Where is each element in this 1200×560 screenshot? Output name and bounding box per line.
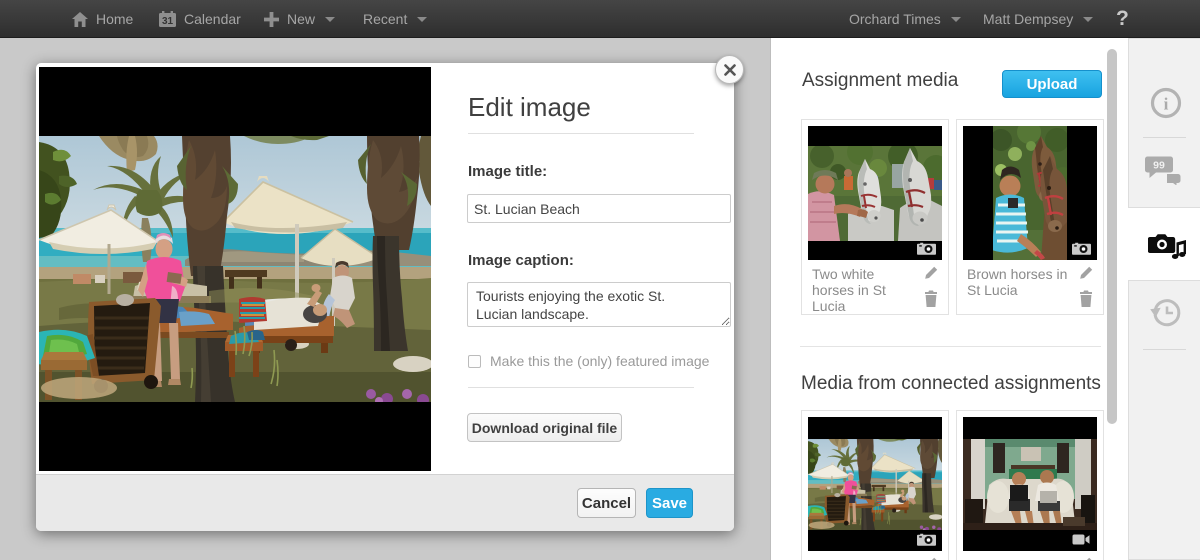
svg-text:99: 99	[1153, 160, 1165, 172]
svg-text:31: 31	[162, 16, 174, 27]
svg-text:i: i	[1164, 95, 1169, 114]
